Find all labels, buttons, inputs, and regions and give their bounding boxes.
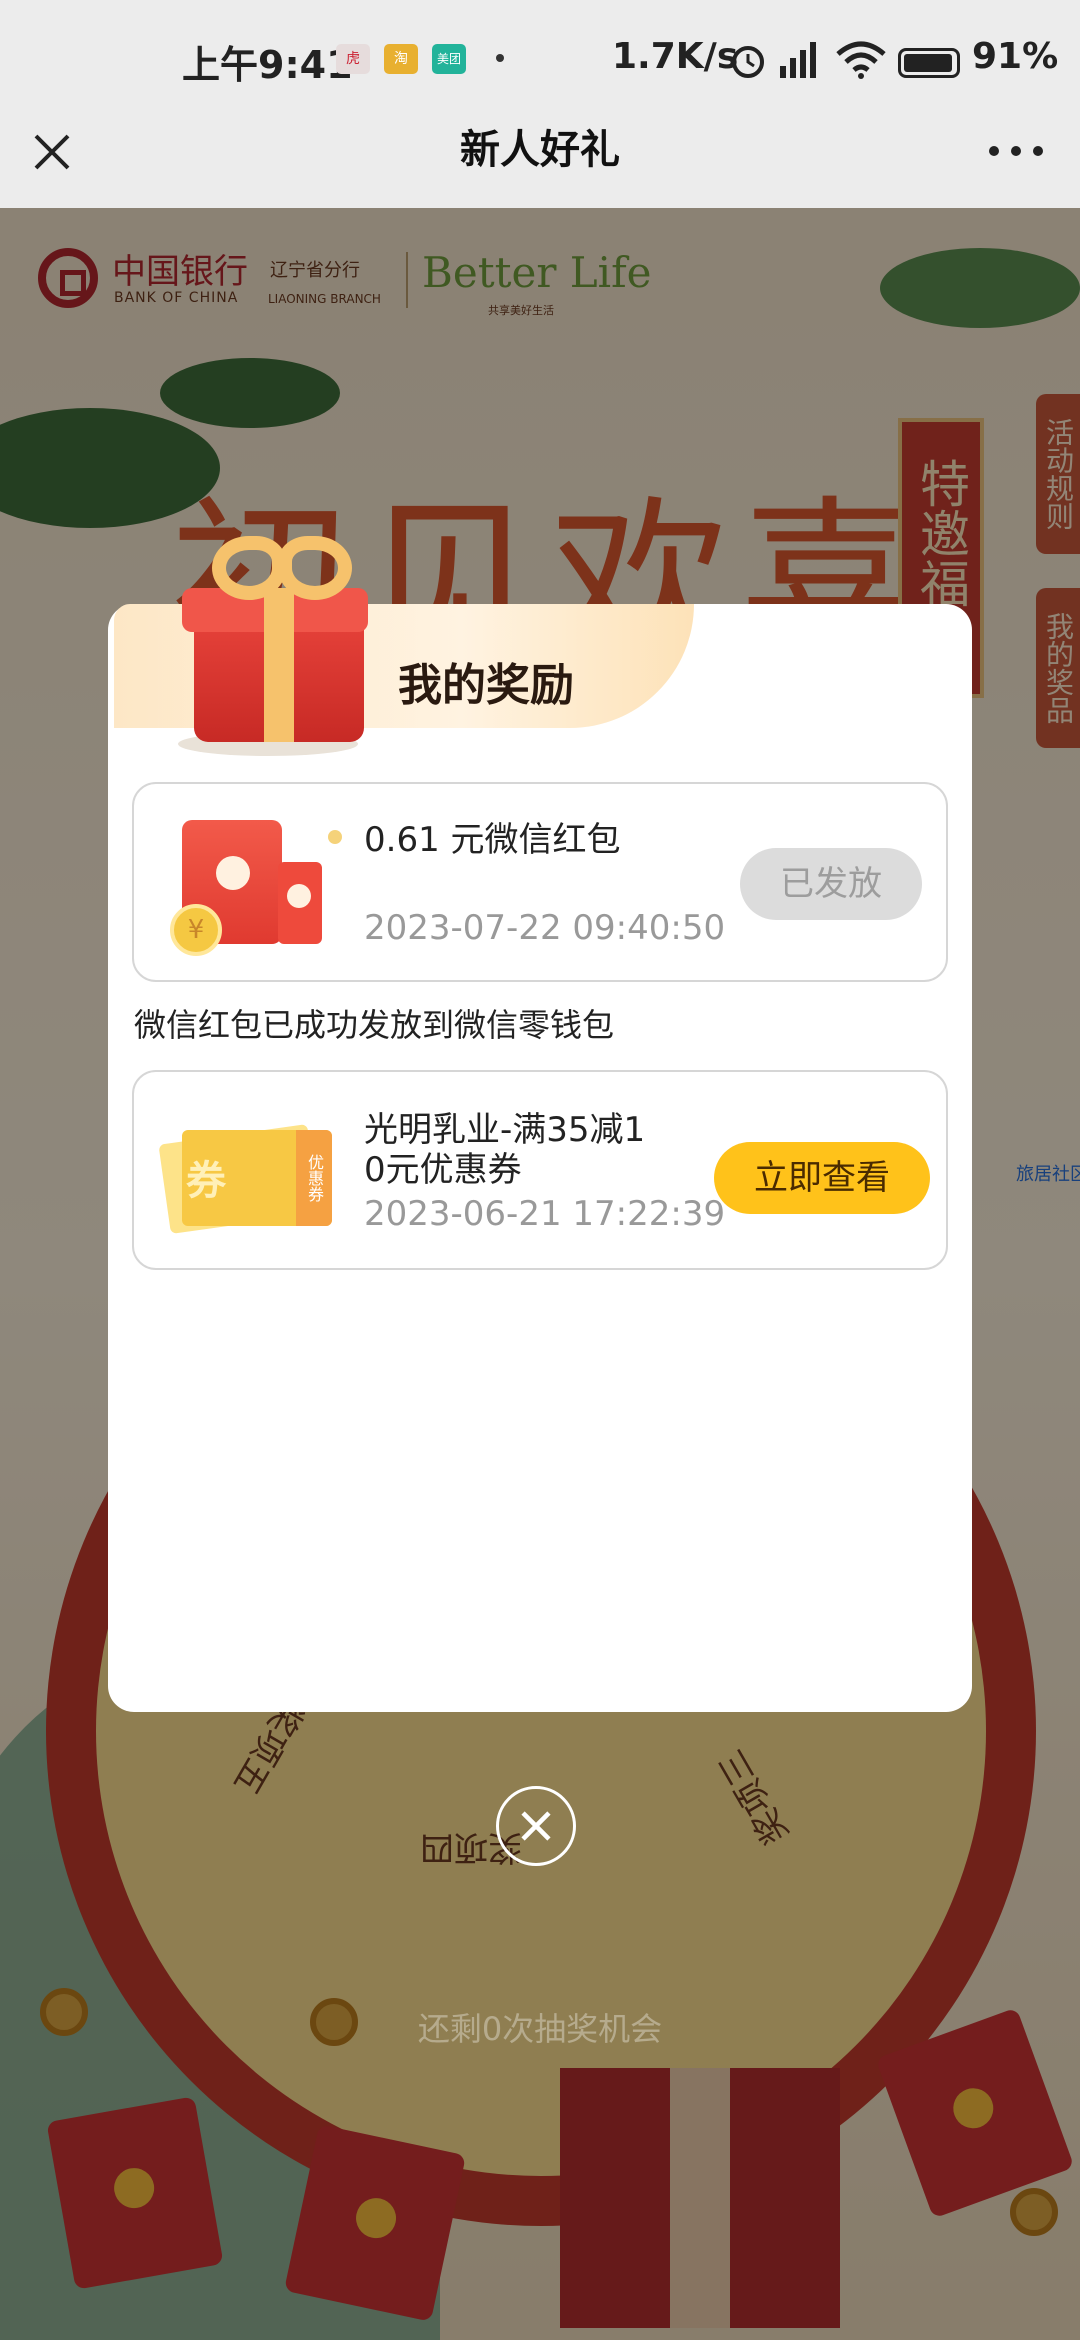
dialog-close-icon[interactable]	[496, 1786, 576, 1866]
notification-icon: 淘	[384, 44, 418, 74]
alarm-icon	[732, 46, 764, 78]
reward-date: 2023-06-21 17:22:39	[364, 1194, 726, 1234]
status-time: 上午9:41	[182, 43, 353, 87]
more-options-icon[interactable]	[986, 136, 1046, 166]
notification-icon: 虎	[336, 44, 370, 74]
issued-button[interactable]: 已发放	[740, 848, 922, 920]
network-speed: 1.7K/s	[612, 36, 739, 77]
notification-icon: 美团	[432, 44, 466, 74]
reward-name: 光明乳业-满35减1 0元优惠券	[364, 1110, 646, 1190]
coupon-icon: 券 优惠券	[158, 1110, 344, 1234]
view-now-button[interactable]: 立即查看	[714, 1142, 930, 1214]
rewards-dialog: 我的奖励 ¥ 0.61 元微信红包 2023-07-22 09:40:50 已发…	[108, 536, 972, 1712]
title-bar: 新人好礼	[0, 122, 1080, 208]
wifi-icon	[836, 41, 886, 79]
dialog-title: 我的奖励	[398, 660, 574, 711]
status-bar: 上午9:41 虎 淘 美团 1.7K/s 91%	[0, 0, 1080, 122]
battery-percent: 91%	[972, 36, 1059, 77]
battery-icon	[898, 48, 960, 78]
reward-date: 2023-07-22 09:40:50	[364, 908, 726, 948]
reward-card: 券 优惠券 光明乳业-满35减1 0元优惠券 2023-06-21 17:22:…	[132, 1070, 948, 1270]
signal-icon	[780, 42, 816, 78]
reward-name: 0.61 元微信红包	[364, 820, 621, 860]
remaining-chances: 还剩0次抽奖机会	[417, 2010, 663, 2048]
more-notifications-dot	[496, 54, 504, 62]
reward-card: ¥ 0.61 元微信红包 2023-07-22 09:40:50 已发放	[132, 782, 948, 982]
gift-icon	[168, 532, 378, 772]
red-envelope-icon: ¥	[170, 820, 352, 960]
issue-notice: 微信红包已成功发放到微信零钱包	[134, 1006, 615, 1044]
page-title: 新人好礼	[460, 127, 620, 173]
